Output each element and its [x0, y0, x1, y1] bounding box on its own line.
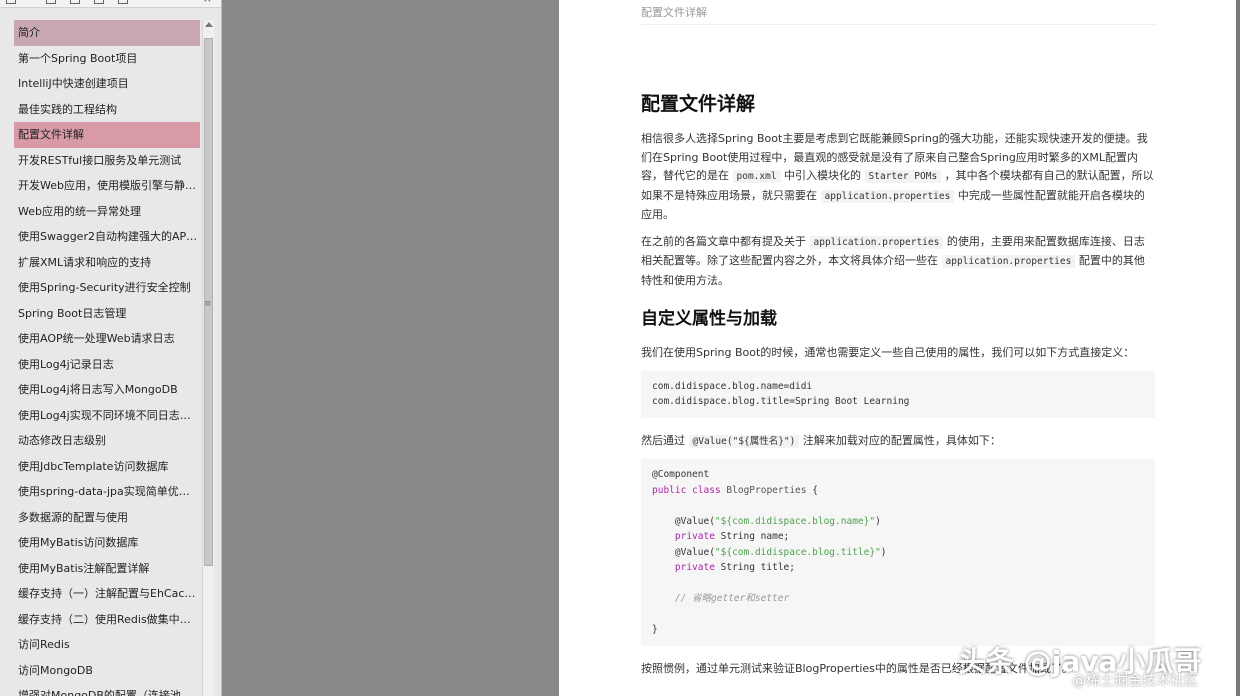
- toc-item[interactable]: 使用AOP统一处理Web请求日志: [14, 326, 200, 352]
- toc-item[interactable]: 使用JdbcTemplate访问数据库: [14, 454, 200, 480]
- page-header: 配置文件详解: [641, 6, 707, 19]
- inline-code: @Value("${属性名}"): [688, 434, 800, 448]
- article-content: 配置文件详解 相信很多人选择Spring Boot主要是考虑到它既能兼顾Spri…: [641, 90, 1155, 686]
- article-title: 配置文件详解: [641, 93, 756, 115]
- paragraph-custom-props: 我们在使用Spring Boot的时候，通常也需要定义一些自己使用的属性，我们可…: [641, 346, 1135, 359]
- toc-item[interactable]: 开发RESTful接口服务及单元测试: [14, 148, 200, 174]
- sidebar-toolbar: ×: [0, 0, 221, 8]
- toc-item[interactable]: 访问Redis: [14, 632, 200, 658]
- toc-item[interactable]: 使用Log4j实现不同环境不同日志级别: [14, 403, 200, 429]
- toc-list: 简介 第一个Spring Boot项目 IntelliJ中快速创建项目 最佳实践的工程…: [14, 20, 200, 696]
- toc-item[interactable]: 动态修改日志级别: [14, 428, 200, 454]
- grip-icon: ≡: [204, 299, 212, 309]
- toc-item[interactable]: 简介: [14, 20, 200, 46]
- toc-item[interactable]: 开发Web应用，使用模版引擎与静态资源: [14, 173, 200, 199]
- toc-item[interactable]: 第一个Spring Boot项目: [14, 46, 200, 72]
- toc-item[interactable]: 最佳实践的工程结构: [14, 97, 200, 123]
- document-page: 配置文件详解 配置文件详解 相信很多人选择Spring Boot主要是考虑到它既…: [559, 0, 1236, 696]
- toc-item[interactable]: 增强对MongoDB的配置（连接池等）: [14, 683, 200, 696]
- toolbar-icon[interactable]: [118, 0, 128, 4]
- scroll-up-arrow-icon[interactable]: [205, 22, 213, 27]
- section-heading: 自定义属性与加载: [641, 309, 777, 329]
- toc-item[interactable]: Web应用的统一异常处理: [14, 199, 200, 225]
- toc-item[interactable]: 配置文件详解: [14, 122, 200, 148]
- inline-code: application.properties: [941, 255, 1076, 268]
- inline-code: application.properties: [820, 189, 955, 203]
- toc-item[interactable]: 使用Swagger2自动构建强大的API文档: [14, 224, 200, 250]
- inline-code: Starter POMs: [864, 170, 942, 183]
- toolbar-icon[interactable]: [6, 0, 16, 4]
- toc-item[interactable]: 使用MyBatis注解配置详解: [14, 556, 200, 582]
- toc-item[interactable]: 使用spring-data-jpa实现简单优雅的数据库访问: [14, 479, 200, 505]
- paragraph-value-annotation: 然后通过 @Value("${属性名}") 注解来加载对应的配置属性，具体如下：: [641, 433, 1001, 448]
- watermark-subtext: @稀土掘金技术社区: [1072, 673, 1198, 689]
- toolbar-icon[interactable]: [46, 0, 56, 4]
- toc-item[interactable]: 缓存支持（一）注解配置与EhCache使用: [14, 581, 200, 607]
- toc-item[interactable]: Spring Boot日志管理: [14, 301, 200, 327]
- inline-code: application.properties: [809, 235, 944, 249]
- sidebar-scrollbar[interactable]: ≡: [202, 20, 214, 696]
- header-divider: [641, 24, 1155, 25]
- paragraph-intro: 相信很多人选择Spring Boot主要是考虑到它既能兼顾Spring的强大功能…: [641, 132, 1154, 221]
- toc-item[interactable]: 使用MyBatis访问数据库: [14, 530, 200, 556]
- toolbar-icon[interactable]: [94, 0, 104, 4]
- toc-item[interactable]: 缓存支持（二）使用Redis做集中式缓存: [14, 607, 200, 633]
- close-icon[interactable]: ×: [203, 0, 212, 5]
- toc-item[interactable]: 使用Log4j记录日志: [14, 352, 200, 378]
- toolbar-icon[interactable]: [70, 0, 80, 4]
- window-edge: [1236, 0, 1240, 696]
- toc-sidebar: × 简介第一个Spring Boot项目IntelliJ中快速创建项目最佳实践的…: [0, 0, 222, 696]
- toc-item[interactable]: 扩展XML请求和响应的支持: [14, 250, 200, 276]
- toc-item[interactable]: 多数据源的配置与使用: [14, 505, 200, 531]
- toc-item[interactable]: 访问MongoDB: [14, 658, 200, 684]
- inline-code: pom.xml: [732, 170, 781, 183]
- code-block-java: @Component public class BlogProperties {…: [641, 459, 1155, 646]
- toc-item[interactable]: 使用Log4j将日志写入MongoDB: [14, 377, 200, 403]
- toc-item[interactable]: 使用Spring-Security进行安全控制: [14, 275, 200, 301]
- toc-item[interactable]: IntelliJ中快速创建项目: [14, 71, 200, 97]
- code-block-properties: com.didispace.blog.name=didi com.didispa…: [641, 370, 1155, 418]
- paragraph-previous: 在之前的各篇文章中都有提及关于 application.properties 的…: [641, 234, 1145, 287]
